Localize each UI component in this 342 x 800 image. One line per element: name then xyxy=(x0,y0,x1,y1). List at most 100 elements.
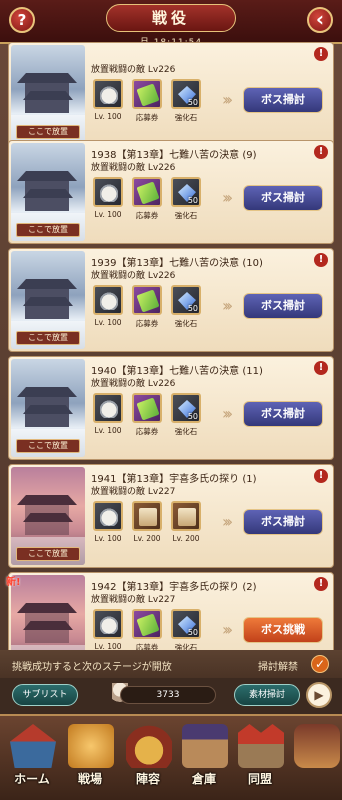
stage-enemy-level: 放置戦闘の敵 Lv226 xyxy=(91,65,176,75)
question-icon[interactable]: ? xyxy=(9,7,35,33)
reward-caption: 強化石 xyxy=(174,319,198,328)
idle-here-label[interactable]: ここで放置 xyxy=(16,223,80,237)
stage-enemy-level: 放置戦闘の敵 Lv226 xyxy=(91,163,176,173)
reward-item[interactable]: 応募券 xyxy=(132,285,164,329)
nav-item[interactable]: 倉庫 xyxy=(176,724,232,798)
alert-icon[interactable]: ! xyxy=(314,469,328,483)
reward-item[interactable]: Lv. 100 xyxy=(93,285,125,327)
pouch-icon xyxy=(100,400,118,418)
reward-caption: Lv. 200 xyxy=(133,534,161,543)
alert-icon[interactable]: ! xyxy=(314,47,328,61)
reward-slot xyxy=(93,177,123,207)
sublist-button[interactable]: サブリスト xyxy=(12,684,78,706)
reward-item[interactable]: Lv. 100 xyxy=(93,501,125,543)
reward-caption: 強化石 xyxy=(174,427,198,436)
nav-item[interactable]: 陣容 xyxy=(120,724,176,798)
reward-slot xyxy=(93,609,123,639)
reward-item[interactable]: Lv. 100 xyxy=(93,79,125,121)
boss-sweep-button[interactable]: ボス掃討 xyxy=(243,401,323,427)
stage-card[interactable]: ここで放置 1940【第13章】七難八苦の決意 (11) 放置戦闘の敵 Lv22… xyxy=(8,356,334,460)
material-sweep-button[interactable]: 素材掃討 xyxy=(234,684,300,706)
new-badge: 新! xyxy=(6,577,21,588)
reward-caption: 強化石 xyxy=(174,211,198,220)
reward-item[interactable]: 50 強化石 xyxy=(171,79,203,123)
nav-item[interactable]: 戦場 xyxy=(62,724,118,798)
ticket-icon xyxy=(136,613,160,637)
idle-here-label[interactable]: ここで放置 xyxy=(16,125,80,139)
reward-list: Lv. 100 応募券 50 強化石 xyxy=(93,177,203,237)
nav-item[interactable]: 同盟 xyxy=(232,724,288,798)
alert-icon[interactable]: ! xyxy=(314,145,328,159)
reward-item[interactable]: 応募券 xyxy=(132,177,164,221)
reward-item[interactable]: Lv. 100 xyxy=(93,609,125,651)
reward-item[interactable]: 応募券 xyxy=(132,393,164,437)
reward-qty: 50 xyxy=(187,196,198,205)
boss-challenge-button[interactable]: ボス挑戦 xyxy=(243,617,323,643)
boss-sweep-button[interactable]: ボス掃討 xyxy=(243,185,323,211)
nav-item[interactable] xyxy=(288,724,342,798)
reward-item[interactable]: Lv. 100 xyxy=(93,393,125,435)
reward-item[interactable]: 50 強化石 xyxy=(171,609,203,653)
idle-here-label[interactable]: ここで放置 xyxy=(16,547,80,561)
pouch-icon xyxy=(100,616,118,634)
reward-item[interactable]: Lv. 200 xyxy=(171,501,203,543)
reward-slot: 50 xyxy=(171,609,201,639)
reward-caption: 応募券 xyxy=(135,319,159,328)
reward-caption: 応募券 xyxy=(135,113,159,122)
reward-slot xyxy=(132,79,162,109)
idle-here-label[interactable]: ここで放置 xyxy=(16,331,80,345)
stage-thumbnail[interactable]: ここで放置 xyxy=(11,45,85,143)
check-icon[interactable]: ✓ xyxy=(311,655,329,673)
scroll-icon xyxy=(178,508,196,526)
notice-bar: 挑戦成功すると次のステージが開放 掃討解禁 ✓ xyxy=(0,650,342,678)
alert-icon[interactable]: ! xyxy=(314,361,328,375)
idle-here-label[interactable]: ここで放置 xyxy=(16,439,80,453)
reward-caption: 応募券 xyxy=(135,427,159,436)
pouch-icon xyxy=(100,86,118,104)
pouch-icon xyxy=(100,292,118,310)
stage-thumbnail[interactable]: ここで放置 xyxy=(11,359,85,457)
page-title: 戦役 xyxy=(151,9,190,27)
reward-slot xyxy=(171,501,201,531)
stage-card[interactable]: ここで放置 1938【第13章】七難八苦の決意 (9) 放置戦闘の敵 Lv226… xyxy=(8,140,334,244)
header: ? 戦役 ‹ 月 18:11:54 xyxy=(0,0,342,48)
reward-item[interactable]: 応募券 xyxy=(132,79,164,123)
scroll-icon xyxy=(139,508,157,526)
boss-sweep-button[interactable]: ボス掃討 xyxy=(243,293,323,319)
alert-icon[interactable]: ! xyxy=(314,253,328,267)
boss-sweep-button[interactable]: ボス掃討 xyxy=(243,87,323,113)
stage-card[interactable]: ここで放置 1941【第13章】宇喜多氏の探り (1) 放置戦闘の敵 Lv227… xyxy=(8,464,334,568)
reward-slot: 50 xyxy=(171,79,201,109)
stage-thumbnail[interactable]: ここで放置 xyxy=(11,251,85,349)
stage-title: 1940【第13章】七難八苦の決意 (11) xyxy=(91,366,263,377)
reward-slot xyxy=(93,79,123,109)
stage-card[interactable]: ここで放置 1939【第13章】七難八苦の決意 (10) 放置戦闘の敵 Lv22… xyxy=(8,248,334,352)
stage-thumbnail[interactable]: ここで放置 xyxy=(11,143,85,241)
reward-item[interactable]: 50 強化石 xyxy=(171,393,203,437)
double-chevron-icon: ››› xyxy=(222,512,233,531)
reward-item[interactable]: 50 強化石 xyxy=(171,285,203,329)
chest-icon xyxy=(294,724,340,768)
stage-thumbnail[interactable]: ここで放置 xyxy=(11,467,85,565)
nav-item[interactable]: ホーム xyxy=(4,724,60,798)
reward-slot xyxy=(132,501,162,531)
video-camera-icon[interactable]: ▶ xyxy=(306,682,332,708)
alert-icon[interactable]: ! xyxy=(314,577,328,591)
reward-item[interactable]: 応募券 xyxy=(132,609,164,653)
sweep-unlock-label: 掃討解禁 xyxy=(258,662,298,673)
double-chevron-icon: ››› xyxy=(222,620,233,639)
reward-item[interactable]: Lv. 100 xyxy=(93,177,125,219)
boss-sweep-button[interactable]: ボス掃討 xyxy=(243,509,323,535)
reward-item[interactable]: Lv. 200 xyxy=(132,501,164,543)
reward-slot xyxy=(132,177,162,207)
reward-item[interactable]: 50 強化石 xyxy=(171,177,203,221)
house-icon xyxy=(10,724,56,768)
ticket-icon xyxy=(136,397,160,421)
reward-qty: 50 xyxy=(187,304,198,313)
chevron-left-icon[interactable]: ‹ xyxy=(307,7,333,33)
reward-caption: Lv. 100 xyxy=(94,318,122,327)
reward-slot xyxy=(132,609,162,639)
reward-slot xyxy=(93,501,123,531)
nav-label: ホーム xyxy=(14,772,50,786)
stage-card[interactable]: ここで放置 放置戦闘の敵 Lv226 ! Lv. 100 応募券 50 強化石 … xyxy=(8,42,334,146)
